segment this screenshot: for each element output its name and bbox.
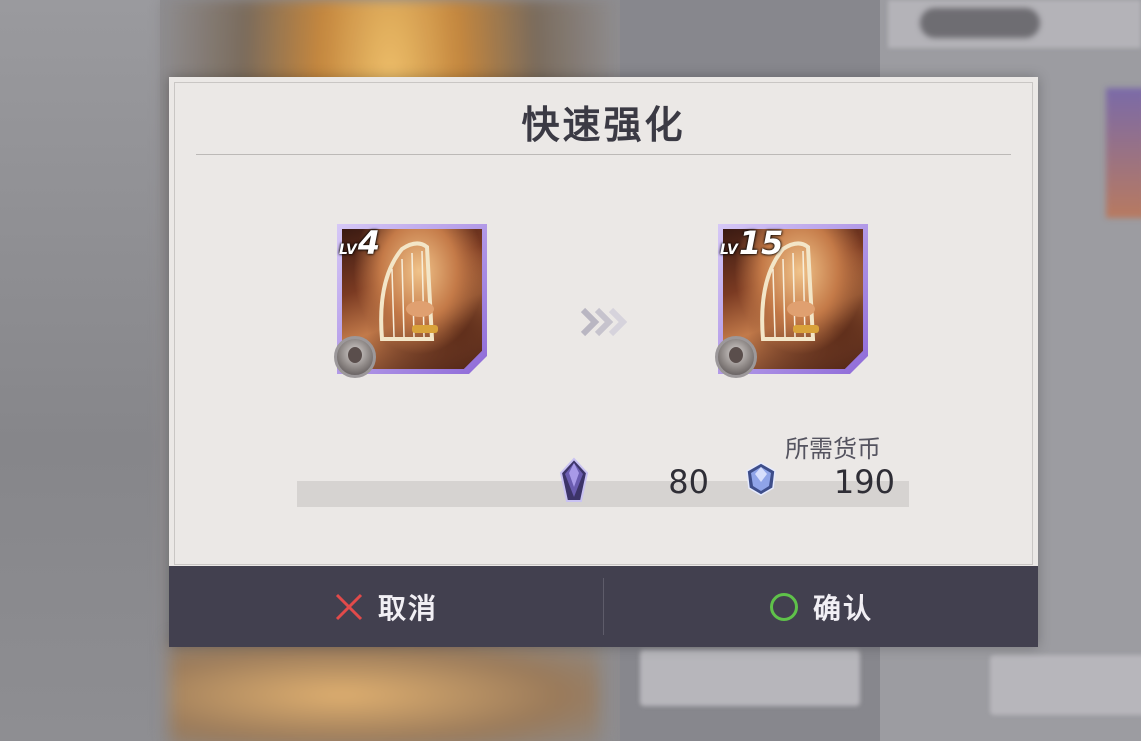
target-level-card[interactable]: LV 15 xyxy=(715,224,868,378)
harp-character-card-icon xyxy=(379,241,438,341)
current-level-card[interactable]: LV 4 xyxy=(334,224,487,378)
level-prefix: LV xyxy=(339,242,357,258)
confirm-button[interactable]: 确认 xyxy=(604,566,1038,647)
current-level-value: 4 xyxy=(357,224,381,262)
background-pill-button xyxy=(920,8,1040,38)
character-avatar xyxy=(715,336,757,378)
background-panel-left xyxy=(0,0,160,741)
dialog-title: 快速强化 xyxy=(521,103,686,147)
background-button xyxy=(990,655,1141,715)
crystal-amount: 80 xyxy=(668,463,709,501)
background-button xyxy=(640,650,860,706)
title-divider xyxy=(196,154,1011,155)
background-thumbnail xyxy=(1106,88,1141,218)
blue-gem-icon xyxy=(746,462,776,496)
circle-confirm-icon xyxy=(769,592,798,621)
required-currency-label: 所需货币 xyxy=(785,435,881,463)
gem-amount: 190 xyxy=(833,463,895,501)
cancel-button[interactable]: 取消 xyxy=(169,566,603,647)
dialog-footer: 取消 确认 xyxy=(169,566,1038,647)
close-icon xyxy=(335,593,363,620)
target-level-value: 15 xyxy=(738,224,784,262)
character-avatar xyxy=(334,336,376,378)
level-prefix: LV xyxy=(720,242,738,258)
quick-enhance-dialog: 快速强化 LV 4 LV 15 所需货币 80 190 取消 确认 xyxy=(169,77,1038,647)
cancel-label: 取消 xyxy=(377,591,438,625)
double-chevron-right-icon xyxy=(580,307,627,337)
purple-crystal-icon[interactable] xyxy=(555,457,593,505)
level-badge: LV 4 xyxy=(339,224,380,262)
confirm-label: 确认 xyxy=(812,591,873,625)
background-artwork-bottom xyxy=(170,640,600,741)
level-badge: LV 15 xyxy=(720,224,783,262)
